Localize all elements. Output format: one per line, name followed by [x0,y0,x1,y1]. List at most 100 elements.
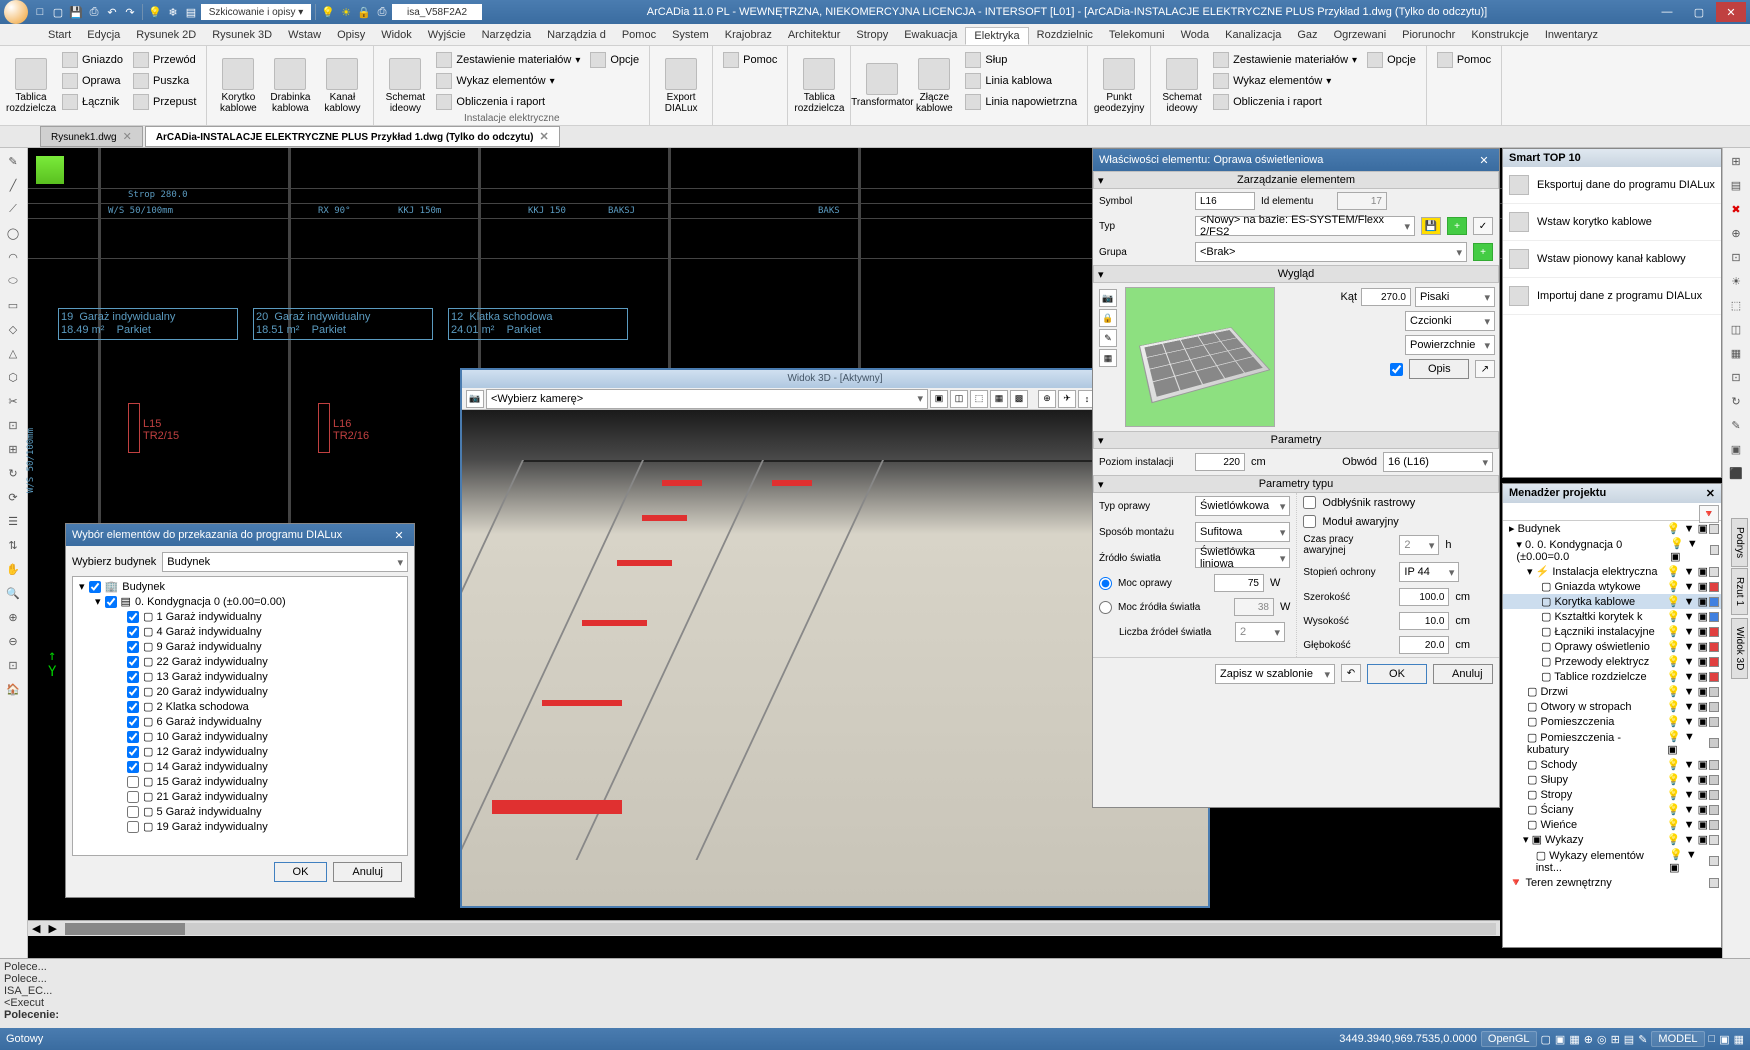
ribbon-button[interactable]: Tablicarozdzielcza [6,48,56,123]
menu-ogrzewani[interactable]: Ogrzewani [1326,27,1395,43]
tool-icon[interactable]: ✖ [1725,198,1747,220]
tree-item[interactable]: ▢ 19 Garaż indywidualny [75,819,405,834]
qat-freeze-icon[interactable]: ❄ [165,4,181,20]
filter-icon[interactable]: 🔻 [1699,505,1719,523]
ribbon-button[interactable]: Oprawa [58,71,127,91]
tool-icon[interactable]: ⊞ [1725,150,1747,172]
menu-rysunek 3d[interactable]: Rysunek 3D [204,27,280,43]
menu-wyjście[interactable]: Wyjście [420,27,474,43]
tool-icon[interactable]: 🏠 [2,678,24,700]
ribbon-button[interactable]: ExportDIALux [656,48,706,123]
tree-item[interactable]: ▢ Wykazy elementów inst...💡 ▼ ▣ [1503,847,1721,875]
side-tab[interactable]: Widok 3D [1731,618,1748,679]
tree-item[interactable]: ▢ 5 Garaż indywidualny [75,804,405,819]
building-select[interactable]: Budynek▾ [162,552,408,572]
qat-open-icon[interactable]: ▢ [50,4,66,20]
tool-icon[interactable]: ⬛ [1725,462,1747,484]
ribbon-button[interactable]: Zestawienie materiałów ▾ [432,50,584,70]
status-icon[interactable]: ▢ [1541,1033,1551,1046]
tool-icon[interactable]: ◯ [2,222,24,244]
menu-kanalizacja[interactable]: Kanalizacja [1217,27,1289,43]
app-logo[interactable] [4,0,28,24]
ribbon-button[interactable]: Wykaz elementów ▾ [1209,71,1361,91]
ribbon-button[interactable]: Puszka [129,71,200,91]
tree-item[interactable]: ▢ Przewody elektrycz💡 ▼ ▣ [1503,654,1721,669]
ribbon-button[interactable]: Drabinkakablowa [265,48,315,123]
ribbon-button[interactable]: Przepust [129,92,200,112]
level-input[interactable] [1195,453,1245,471]
tool-icon[interactable]: ☀ [1725,270,1747,292]
tree-item[interactable]: ▢ 21 Garaż indywidualny [75,789,405,804]
tool-icon[interactable]: ▣ [1725,438,1747,460]
element-tree[interactable]: ▾ 🏢 Budynek ▾ ▤ 0. Kondygnacja 0 (±0.00=… [72,576,408,856]
tool-icon[interactable]: ╱ [2,174,24,196]
tool-icon[interactable]: ⬡ [2,366,24,388]
tool-icon[interactable]: ⟋ [2,198,24,220]
tree-item[interactable]: ▢ 10 Garaż indywidualny [75,729,405,744]
ribbon-button[interactable]: Łącznik [58,92,127,112]
status-icon[interactable]: ✎ [1638,1033,1647,1046]
v3d-btn[interactable]: ✈ [1058,390,1076,408]
type-combo[interactable]: <Nowy> na bazie: ES-SYSTEM/Flexx 2/FS2▾ [1195,216,1415,236]
ribbon-button[interactable]: Wykaz elementów ▾ [432,71,584,91]
tool-icon[interactable]: ⊕ [1725,222,1747,244]
tool-icon[interactable]: ▭ [2,294,24,316]
menu-konstrukcje[interactable]: Konstrukcje [1463,27,1536,43]
project-tree[interactable]: ▸ Budynek💡 ▼ ▣ ▾ 0. 0. Kondygnacja 0 (±0… [1503,521,1721,944]
tree-item[interactable]: ▢ Pomieszczenia💡 ▼ ▣ [1503,714,1721,729]
tree-item[interactable]: ▢ 1 Garaż indywidualny [75,609,405,624]
type-add-button[interactable]: + [1447,217,1467,235]
fixtype-combo[interactable]: Świetlówkowa▾ [1195,496,1290,516]
save-template-combo[interactable]: Zapisz w szablonie▾ [1215,664,1335,684]
power-input[interactable] [1214,574,1264,592]
desc-check[interactable] [1390,363,1403,376]
tool-icon[interactable]: 🔍 [2,582,24,604]
tool-icon[interactable]: ✂ [2,390,24,412]
group-add-button[interactable]: + [1473,243,1493,261]
tool-icon[interactable]: ✎ [2,150,24,172]
menu-stropy[interactable]: Stropy [848,27,896,43]
tree-item[interactable]: ▢ Tablice rozdzielcze💡 ▼ ▣ [1503,669,1721,684]
v3d-btn[interactable]: ▦ [990,390,1008,408]
tree-item[interactable]: ▢ 14 Garaż indywidualny [75,759,405,774]
lock-icon[interactable]: 🔒 [1099,309,1117,327]
tool-icon[interactable]: ↻ [1725,390,1747,412]
ribbon-button[interactable]: Kanałkablowy [317,48,367,123]
menu-woda[interactable]: Woda [1173,27,1218,43]
ribbon-button[interactable]: Złączekablowe [909,48,959,123]
tree-item[interactable]: ▢ Ściany💡 ▼ ▣ [1503,802,1721,817]
tool-icon[interactable]: ⊡ [1725,366,1747,388]
close-button[interactable]: ✕ [1716,2,1746,22]
ribbon-button[interactable]: Słup [961,50,1081,70]
menu-elektryka[interactable]: Elektryka [965,27,1028,45]
minimize-button[interactable]: — [1652,2,1682,22]
type-match-icon[interactable]: ✓ [1473,217,1493,235]
doc-tab[interactable]: ArCADia-INSTALACJE ELEKTRYCZNE PLUS Przy… [145,126,560,147]
menu-piorunochr[interactable]: Piorunochr [1394,27,1463,43]
tree-item[interactable]: ▢ 12 Garaż indywidualny [75,744,405,759]
tree-item[interactable]: ▢ Pomieszczenia - kubatury💡 ▼ ▣ [1503,729,1721,757]
ribbon-button[interactable]: Transformator [857,48,907,123]
close-icon[interactable]: ✕ [123,131,132,143]
qat-bulb2-icon[interactable]: 💡 [320,4,336,20]
qat-sun-icon[interactable]: ☀ [338,4,354,20]
menu-telekomuni[interactable]: Telekomuni [1101,27,1173,43]
tree-item[interactable]: 🔻 Teren zewnętrzny [1503,875,1721,890]
tree-item[interactable]: ▢ Schody💡 ▼ ▣ [1503,757,1721,772]
tree-item[interactable]: ▢ 2 Klatka schodowa [75,699,405,714]
close-icon[interactable]: ✕ [390,526,408,544]
tree-item[interactable]: ▢ 6 Garaż indywidualny [75,714,405,729]
tool-icon[interactable]: ⊡ [2,414,24,436]
qat-print-icon[interactable]: ⎙ [86,4,102,20]
tree-item[interactable]: ▢ 4 Garaż indywidualny [75,624,405,639]
tool-icon[interactable]: ⊖ [2,630,24,652]
symbol-input[interactable] [1195,192,1255,210]
tree-item[interactable]: ▢ Wieńce💡 ▼ ▣ [1503,817,1721,832]
light-combo[interactable]: Świetlówka liniowa▾ [1195,548,1290,568]
close-icon[interactable]: ✕ [1706,487,1715,500]
tool-icon[interactable]: ✋ [2,558,24,580]
tool-icon[interactable]: ⇅ [2,534,24,556]
tool-icon[interactable]: ⊡ [1725,246,1747,268]
tool-icon[interactable]: ▦ [1725,342,1747,364]
side-tab[interactable]: Podrys [1731,518,1748,567]
